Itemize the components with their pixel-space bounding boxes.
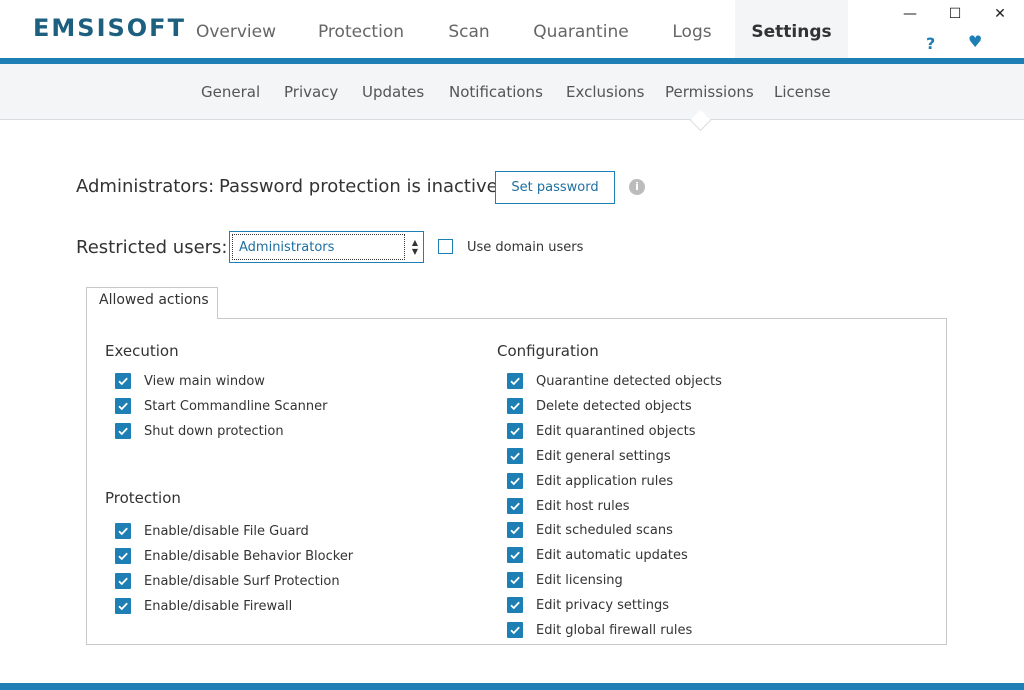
- checkmark-icon[interactable]: [507, 472, 523, 489]
- permission-label: Edit automatic updates: [536, 548, 688, 564]
- restricted-users-select[interactable]: Administrators ▲ ▼: [229, 231, 424, 263]
- checkmark-icon[interactable]: [507, 397, 523, 414]
- tab-protection[interactable]: Protection: [310, 0, 412, 58]
- password-status-text: Password protection is inactive: [219, 176, 498, 197]
- checkmark-icon[interactable]: [507, 597, 523, 614]
- permission-label: Edit host rules: [536, 498, 630, 514]
- permission-label: Enable/disable Firewall: [144, 599, 293, 614]
- checkmark-icon[interactable]: [507, 373, 523, 389]
- permission-label: View main window: [144, 374, 265, 389]
- subtab-updates[interactable]: Updates: [362, 83, 424, 101]
- checkmark-icon[interactable]: [115, 398, 131, 414]
- subtab-permissions[interactable]: Permissions: [665, 83, 754, 101]
- permission-label: Enable/disable File Guard: [144, 524, 309, 539]
- tab-quarantine[interactable]: Quarantine: [528, 0, 634, 58]
- permission-label: Edit quarantined objects: [536, 423, 696, 439]
- select-value: Administrators: [239, 240, 335, 255]
- checkmark-icon[interactable]: [115, 598, 131, 614]
- checkmark-icon[interactable]: [115, 573, 131, 589]
- tab-logs[interactable]: Logs: [664, 0, 720, 58]
- use-domain-users-label[interactable]: Use domain users: [467, 240, 583, 255]
- checkmark-icon[interactable]: [115, 523, 131, 539]
- checkmark-icon[interactable]: [115, 423, 131, 439]
- subtab-privacy[interactable]: Privacy: [284, 83, 338, 101]
- tab-settings[interactable]: Settings: [735, 0, 848, 58]
- emsisoft-logo: EMSISOFT: [33, 14, 186, 42]
- maximize-icon[interactable]: ☐: [943, 6, 967, 26]
- checkmark-icon[interactable]: [115, 373, 131, 389]
- minimize-icon[interactable]: —: [898, 6, 922, 26]
- checkmark-icon[interactable]: [507, 522, 523, 539]
- tab-scan[interactable]: Scan: [440, 0, 498, 58]
- permission-label: Edit scheduled scans: [536, 523, 673, 539]
- use-domain-users-checkbox[interactable]: [438, 239, 453, 254]
- bottom-accent-bar: [0, 683, 1024, 690]
- execution-heading: Execution: [105, 342, 179, 360]
- restricted-users-label: Restricted users:: [76, 237, 228, 258]
- checkmark-icon[interactable]: [507, 572, 523, 589]
- permission-label: Delete detected objects: [536, 398, 692, 414]
- administrators-label: Administrators:: [76, 176, 215, 197]
- permission-label: Edit general settings: [536, 448, 671, 464]
- checkmark-icon[interactable]: [507, 497, 523, 514]
- settings-subnav: General Privacy Updates Notifications Ex…: [0, 64, 1024, 120]
- permission-label: Edit privacy settings: [536, 598, 669, 614]
- protection-heading: Protection: [105, 489, 181, 507]
- permission-label: Edit licensing: [536, 573, 623, 589]
- allowed-actions-tab[interactable]: Allowed actions: [86, 287, 218, 319]
- permission-label: Enable/disable Surf Protection: [144, 574, 340, 589]
- help-icon[interactable]: ?: [926, 34, 935, 53]
- permission-label: Shut down protection: [144, 424, 284, 439]
- subtab-exclusions[interactable]: Exclusions: [566, 83, 645, 101]
- close-icon[interactable]: ✕: [988, 6, 1012, 26]
- set-password-button[interactable]: Set password: [495, 171, 615, 204]
- subtab-general[interactable]: General: [201, 83, 260, 101]
- permission-label: Enable/disable Behavior Blocker: [144, 549, 354, 564]
- heart-icon[interactable]: ♥: [968, 32, 982, 51]
- checkmark-icon[interactable]: [507, 547, 523, 564]
- subtab-notifications[interactable]: Notifications: [449, 83, 543, 101]
- select-arrows-icon: ▲ ▼: [411, 238, 418, 256]
- tab-overview[interactable]: Overview: [190, 0, 282, 58]
- title-bar: EMSISOFT Overview Protection Scan Quaran…: [0, 0, 1024, 58]
- checkmark-icon[interactable]: [507, 447, 523, 464]
- configuration-heading: Configuration: [497, 342, 599, 360]
- permission-label: Edit application rules: [536, 473, 674, 489]
- checkmark-icon[interactable]: [507, 422, 523, 439]
- checkmark-icon[interactable]: [507, 622, 523, 638]
- info-icon[interactable]: i: [629, 179, 645, 195]
- subtab-license[interactable]: License: [774, 83, 831, 101]
- checkmark-icon[interactable]: [115, 548, 131, 564]
- permission-label: Start Commandline Scanner: [144, 399, 328, 414]
- permission-label: Edit global firewall rules: [536, 623, 693, 638]
- permission-label: Quarantine detected objects: [536, 374, 722, 389]
